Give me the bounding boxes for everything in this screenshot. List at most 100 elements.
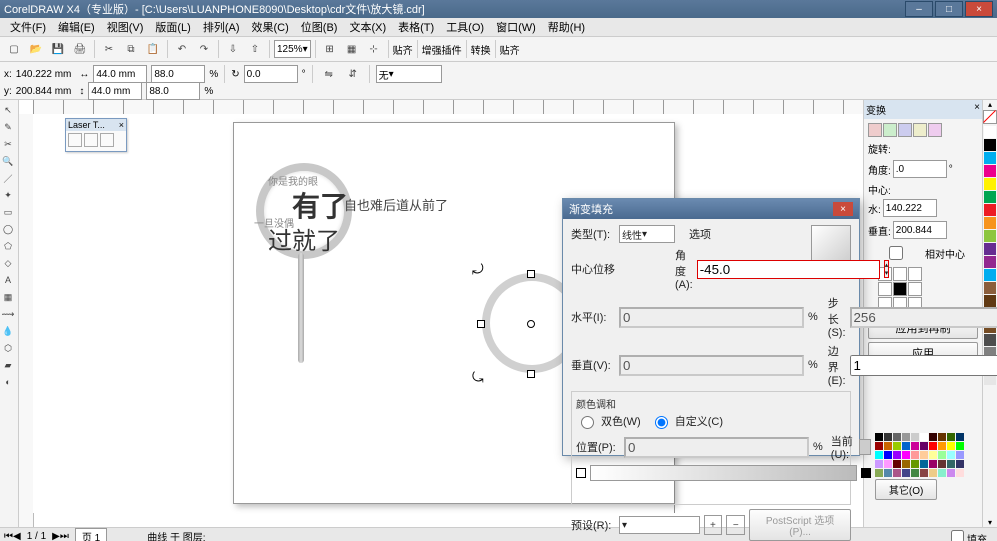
laser-panel[interactable]: Laser T...×: [65, 118, 127, 152]
mirror-v-icon[interactable]: ⇵: [343, 64, 363, 84]
menu-bitmap[interactable]: 位图(B): [295, 19, 344, 35]
color-picker-grid[interactable]: [875, 433, 964, 477]
pick-tool[interactable]: ↖: [0, 102, 16, 118]
two-color-radio[interactable]: [581, 416, 594, 429]
zoom-combo[interactable]: 125% ▾: [274, 40, 311, 58]
palette-up-icon[interactable]: ▴: [983, 100, 997, 109]
text-tool[interactable]: A: [0, 272, 16, 288]
docker-close-icon[interactable]: ×: [974, 102, 980, 117]
menu-file[interactable]: 文件(F): [4, 19, 52, 35]
zoom-tool[interactable]: 🔍: [0, 153, 16, 169]
gradient-stop-start[interactable]: [576, 468, 586, 478]
custom-radio[interactable]: [655, 416, 668, 429]
width-field[interactable]: [93, 65, 147, 83]
open-icon[interactable]: 📂: [26, 39, 46, 59]
print-icon[interactable]: 🖨: [70, 39, 90, 59]
transform-rot-icon[interactable]: [883, 123, 897, 137]
redo-icon[interactable]: ↷: [194, 39, 214, 59]
preset-add-icon[interactable]: +: [704, 515, 723, 535]
position-field[interactable]: [624, 437, 809, 458]
swatch[interactable]: [984, 217, 996, 229]
current-color[interactable]: [859, 439, 871, 455]
handle-t[interactable]: [527, 270, 535, 278]
swatch[interactable]: [984, 230, 996, 242]
swatch[interactable]: [984, 334, 996, 346]
transform-pos-icon[interactable]: [868, 123, 882, 137]
freehand-tool[interactable]: ／: [0, 170, 16, 186]
dup-combo[interactable]: 无 ▾: [376, 65, 442, 83]
scalex-field[interactable]: [151, 65, 205, 83]
swatch[interactable]: [984, 126, 996, 138]
other-color-button[interactable]: 其它(O): [875, 479, 937, 500]
step-field[interactable]: [850, 307, 997, 328]
fill-checkbox[interactable]: [951, 530, 964, 541]
convert-label[interactable]: 转换: [471, 42, 491, 57]
swatch-none[interactable]: [983, 110, 997, 124]
mirror-h-icon[interactable]: ⇋: [319, 64, 339, 84]
docker-h-field[interactable]: [883, 199, 937, 217]
handle-l[interactable]: [477, 320, 485, 328]
import-icon[interactable]: ⇩: [223, 39, 243, 59]
transform-skew-icon[interactable]: [928, 123, 942, 137]
gradient-stop-end[interactable]: [861, 468, 871, 478]
eyedropper-tool[interactable]: 💧: [0, 323, 16, 339]
blend-tool[interactable]: ⟿: [0, 306, 16, 322]
swatch[interactable]: [984, 165, 996, 177]
guide-icon[interactable]: ⊹: [364, 39, 384, 59]
panel-close-icon[interactable]: ×: [119, 120, 124, 130]
preset-del-icon[interactable]: −: [726, 515, 745, 535]
close-button[interactable]: ×: [965, 1, 993, 17]
dialog-close-button[interactable]: ×: [833, 202, 853, 216]
rotate-handle-bl[interactable]: ⤿: [472, 371, 484, 387]
page-first-icon[interactable]: ⏮: [4, 531, 13, 541]
export-icon[interactable]: ⇧: [245, 39, 265, 59]
pad-field[interactable]: [850, 355, 997, 376]
transform-scale-icon[interactable]: [898, 123, 912, 137]
relative-center-checkbox[interactable]: [872, 246, 920, 260]
transform-size-icon[interactable]: [913, 123, 927, 137]
menu-layout[interactable]: 版面(L): [149, 19, 196, 35]
scaley-field[interactable]: [146, 82, 200, 100]
handle-b[interactable]: [527, 370, 535, 378]
menu-table[interactable]: 表格(T): [392, 19, 440, 35]
page-prev-icon[interactable]: ◀: [13, 531, 21, 541]
swatch[interactable]: [984, 139, 996, 151]
docker-angle-field[interactable]: [893, 160, 947, 178]
paste-icon[interactable]: 📋: [143, 39, 163, 59]
height-field[interactable]: [88, 82, 142, 100]
menu-help[interactable]: 帮助(H): [542, 19, 591, 35]
rotation-field[interactable]: [244, 65, 298, 83]
angle-spinner[interactable]: ▴▾: [884, 260, 890, 278]
smart-tool[interactable]: ✦: [0, 187, 16, 203]
page-last-icon[interactable]: ⏭: [60, 531, 69, 541]
menu-effects[interactable]: 效果(C): [246, 19, 295, 35]
swatch[interactable]: [984, 178, 996, 190]
plugin-label[interactable]: 增强插件: [422, 42, 462, 57]
new-icon[interactable]: ▢: [4, 39, 24, 59]
cut-icon[interactable]: ✂: [99, 39, 119, 59]
crop-tool[interactable]: ✂: [0, 136, 16, 152]
anchor-grid[interactable]: [878, 267, 978, 311]
menu-arrange[interactable]: 排列(A): [197, 19, 246, 35]
angle-field[interactable]: [697, 260, 880, 279]
v-offset-field[interactable]: [619, 355, 804, 376]
undo-icon[interactable]: ↶: [172, 39, 192, 59]
snap-label[interactable]: 贴齐: [393, 42, 413, 57]
basic-shape-tool[interactable]: ◇: [0, 255, 16, 271]
save-icon[interactable]: 💾: [48, 39, 68, 59]
swatch[interactable]: [984, 295, 996, 307]
swatch[interactable]: [984, 152, 996, 164]
menu-edit[interactable]: 编辑(E): [52, 19, 101, 35]
swatch[interactable]: [984, 204, 996, 216]
polygon-tool[interactable]: ⬠: [0, 238, 16, 254]
maximize-button[interactable]: □: [935, 1, 963, 17]
minimize-button[interactable]: –: [905, 1, 933, 17]
shape-tool[interactable]: ✎: [0, 119, 16, 135]
type-combo[interactable]: 线性 ▾: [619, 225, 675, 243]
fill-tool[interactable]: ▰: [0, 357, 16, 373]
ellipse-tool[interactable]: ◯: [0, 221, 16, 237]
snap-icon[interactable]: ⊞: [320, 39, 340, 59]
interactive-fill-tool[interactable]: ◐: [0, 374, 16, 390]
swatch[interactable]: [984, 256, 996, 268]
swatch[interactable]: [984, 191, 996, 203]
